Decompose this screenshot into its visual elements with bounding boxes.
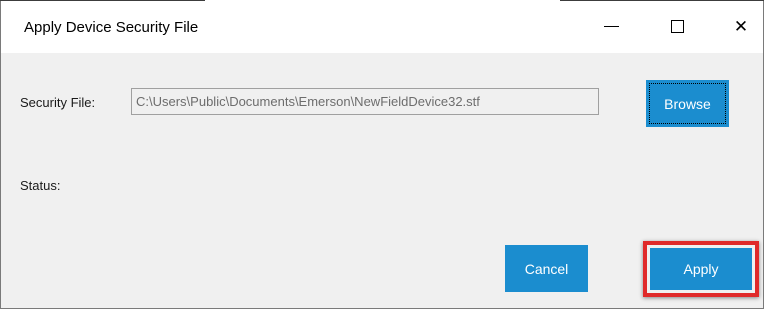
- focus-indicator: [649, 83, 726, 124]
- maximize-icon: [670, 20, 684, 33]
- close-button[interactable]: ✕: [711, 0, 764, 53]
- security-file-label: Security File:: [20, 95, 96, 110]
- title-bar[interactable]: Apply Device Security File ✕: [1, 0, 763, 53]
- dialog-body: Security File: C:\Users\Public\Documents…: [1, 53, 763, 308]
- minimize-button[interactable]: [581, 0, 641, 53]
- cancel-button[interactable]: Cancel: [505, 245, 588, 292]
- window-title: Apply Device Security File: [24, 19, 199, 36]
- security-file-field[interactable]: C:\Users\Public\Documents\Emerson\NewFie…: [131, 88, 599, 115]
- status-label: Status:: [20, 178, 61, 193]
- dialog-window: Apply Device Security File ✕ Security Fi…: [0, 0, 764, 309]
- minimize-icon: [603, 26, 619, 27]
- browse-button[interactable]: Browse: [646, 80, 729, 127]
- close-icon: ✕: [733, 16, 749, 37]
- cancel-button-label: Cancel: [524, 260, 569, 277]
- apply-button[interactable]: Apply: [650, 248, 752, 290]
- apply-button-label: Apply: [683, 261, 719, 277]
- window-top-edge-right: [560, 0, 764, 1]
- window-top-edge-left: [0, 0, 205, 1]
- maximize-button[interactable]: [647, 0, 707, 53]
